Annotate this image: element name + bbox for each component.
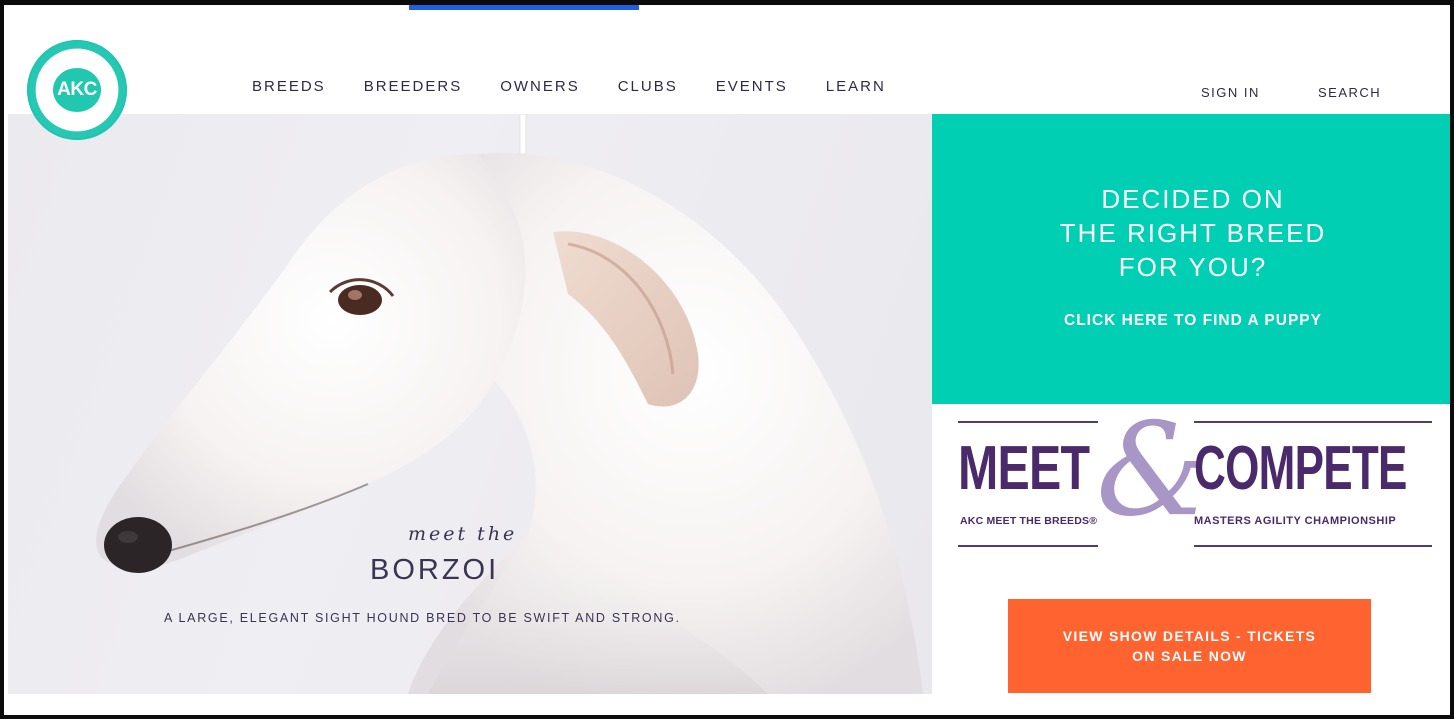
hero-banner[interactable]: meet the BORZOI A LARGE, ELEGANT SIGHT H…	[8, 114, 932, 694]
promo-line-1: DECIDED ON	[1101, 184, 1285, 214]
banner-subtitle-left: AKC MEET THE BREEDS®	[960, 515, 1098, 527]
browser-frame: BREEDS BREEDERS OWNERS CLUBS EVENTS LEAR…	[0, 0, 1454, 719]
main-nav: BREEDS BREEDERS OWNERS CLUBS EVENTS LEAR…	[252, 78, 886, 95]
logo-core: AKC	[53, 68, 101, 112]
meet-compete-banner[interactable]: & MEET COMPETE AKC MEET THE BREEDS® MAST…	[950, 407, 1436, 549]
nav-item-breeders[interactable]: BREEDERS	[364, 78, 463, 95]
svg-text:FOUNDED 1884: FOUNDED 1884	[53, 113, 102, 128]
promo-headline: DECIDED ON THE RIGHT BREED FOR YOU?	[932, 182, 1450, 284]
promo-line-3: FOR YOU?	[1118, 252, 1268, 282]
nav-item-events[interactable]: EVENTS	[716, 78, 788, 95]
banner-ampersand: &	[1096, 396, 1210, 545]
banner-compete: COMPETE	[1194, 434, 1407, 503]
banner-meet: MEET	[958, 434, 1090, 503]
banner-rule	[958, 421, 1098, 423]
nav-item-learn[interactable]: LEARN	[826, 78, 886, 95]
hero-description: A LARGE, ELEGANT SIGHT HOUND BRED TO BE …	[164, 611, 681, 625]
tickets-line-1: VIEW SHOW DETAILS - TICKETS	[1062, 628, 1317, 644]
nav-item-clubs[interactable]: CLUBS	[618, 78, 678, 95]
nav-item-breeds[interactable]: BREEDS	[252, 78, 326, 95]
find-puppy-link[interactable]: CLICK HERE TO FIND A PUPPY	[932, 312, 1450, 330]
akc-logo[interactable]: AMERICAN KENNEL CLUB FOUNDED 1884 AKC	[27, 40, 127, 140]
banner-subtitle-right: MASTERS AGILITY CHAMPIONSHIP	[1194, 515, 1397, 527]
find-puppy-promo[interactable]: DECIDED ON THE RIGHT BREED FOR YOU? CLIC…	[932, 114, 1450, 404]
nav-item-owners[interactable]: OWNERS	[500, 78, 580, 95]
hero-breed-name: BORZOI	[370, 554, 500, 586]
hero-caption: meet the BORZOI A LARGE, ELEGANT SIGHT H…	[8, 114, 932, 694]
banner-rule	[1194, 421, 1432, 423]
tickets-line-2: ON SALE NOW	[1132, 648, 1247, 664]
hero-kicker: meet the	[408, 523, 518, 545]
search-link[interactable]: SEARCH	[1318, 85, 1381, 100]
banner-rule	[958, 545, 1098, 547]
sign-in-link[interactable]: SIGN IN	[1201, 85, 1260, 100]
promo-line-2: THE RIGHT BREED	[1059, 218, 1327, 248]
view-show-details-button[interactable]: VIEW SHOW DETAILS - TICKETS ON SALE NOW	[1008, 599, 1371, 693]
banner-rule	[1194, 545, 1432, 547]
site-header: BREEDS BREEDERS OWNERS CLUBS EVENTS LEAR…	[8, 10, 1450, 114]
